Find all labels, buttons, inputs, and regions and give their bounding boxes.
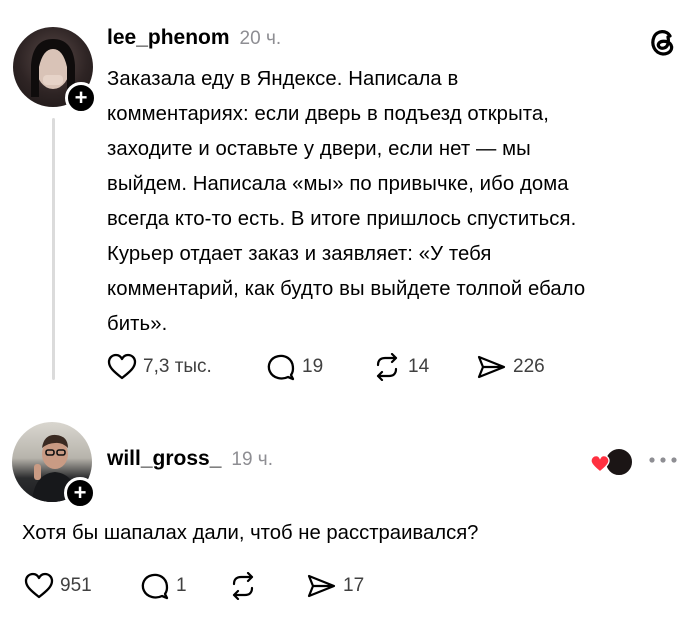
follow-plus-button[interactable]: + bbox=[65, 82, 97, 114]
send-icon bbox=[305, 572, 337, 600]
follow-plus-button[interactable]: + bbox=[64, 477, 96, 509]
comment-button[interactable]: 19 bbox=[266, 353, 323, 381]
post-text-line: бить». bbox=[107, 313, 168, 335]
post-text-line: заходите и оставьте у двери, если нет — … bbox=[107, 138, 531, 160]
thread-line bbox=[52, 118, 55, 380]
reply-like-button[interactable]: 951 bbox=[24, 572, 92, 600]
reply-like-count: 951 bbox=[60, 575, 92, 596]
post-text-line: комментариях: если дверь в подъезд откры… bbox=[107, 103, 550, 125]
reply-comment-button[interactable]: 1 bbox=[140, 572, 187, 600]
post-text-line: Курьер отдает заказ и заявляет: «У тебя bbox=[107, 243, 492, 265]
send-icon bbox=[475, 353, 507, 381]
repost-button[interactable]: 14 bbox=[372, 353, 429, 381]
heart-icon bbox=[107, 353, 137, 381]
reply-username[interactable]: will_gross_ bbox=[107, 447, 221, 471]
reply-text: Хотя бы шапалах дали, чтоб не расстраива… bbox=[22, 522, 479, 544]
post-username[interactable]: lee_phenom bbox=[107, 26, 230, 50]
reply-share-count: 17 bbox=[343, 575, 365, 596]
more-dots-icon[interactable] bbox=[648, 456, 678, 464]
share-count: 226 bbox=[513, 356, 545, 377]
reply-comment-count: 1 bbox=[176, 575, 187, 596]
like-button[interactable]: 7,3 тыс. bbox=[107, 353, 212, 381]
comment-bubble-icon bbox=[266, 353, 296, 381]
post-text: Заказала еду в Яндексе. Написала в комме… bbox=[107, 62, 687, 342]
heart-badge-icon bbox=[590, 455, 610, 473]
repost-count: 14 bbox=[408, 356, 430, 377]
repost-icon bbox=[372, 353, 402, 381]
repost-icon bbox=[228, 572, 258, 600]
comment-bubble-icon bbox=[140, 572, 170, 600]
comment-count: 19 bbox=[302, 356, 324, 377]
post-time: 20 ч. bbox=[239, 28, 282, 49]
post-text-line: комментарий, как будто вы выйдете толпой… bbox=[107, 278, 586, 300]
like-count: 7,3 тыс. bbox=[143, 356, 212, 377]
reply-time: 19 ч. bbox=[231, 449, 273, 470]
reply-repost-button[interactable] bbox=[228, 572, 258, 600]
threads-logo-icon[interactable] bbox=[648, 26, 678, 58]
share-button[interactable]: 226 bbox=[475, 353, 545, 381]
reply-share-button[interactable]: 17 bbox=[305, 572, 364, 600]
author-liked-badge bbox=[590, 447, 634, 477]
post-text-line: Заказала еду в Яндексе. Написала в bbox=[107, 68, 459, 90]
heart-icon bbox=[24, 572, 54, 600]
post-text-line: всегда кто-то есть. В итоге пришлось спу… bbox=[107, 208, 577, 230]
post-text-line: выйдем. Написала «мы» по привычке, ибо д… bbox=[107, 173, 569, 195]
